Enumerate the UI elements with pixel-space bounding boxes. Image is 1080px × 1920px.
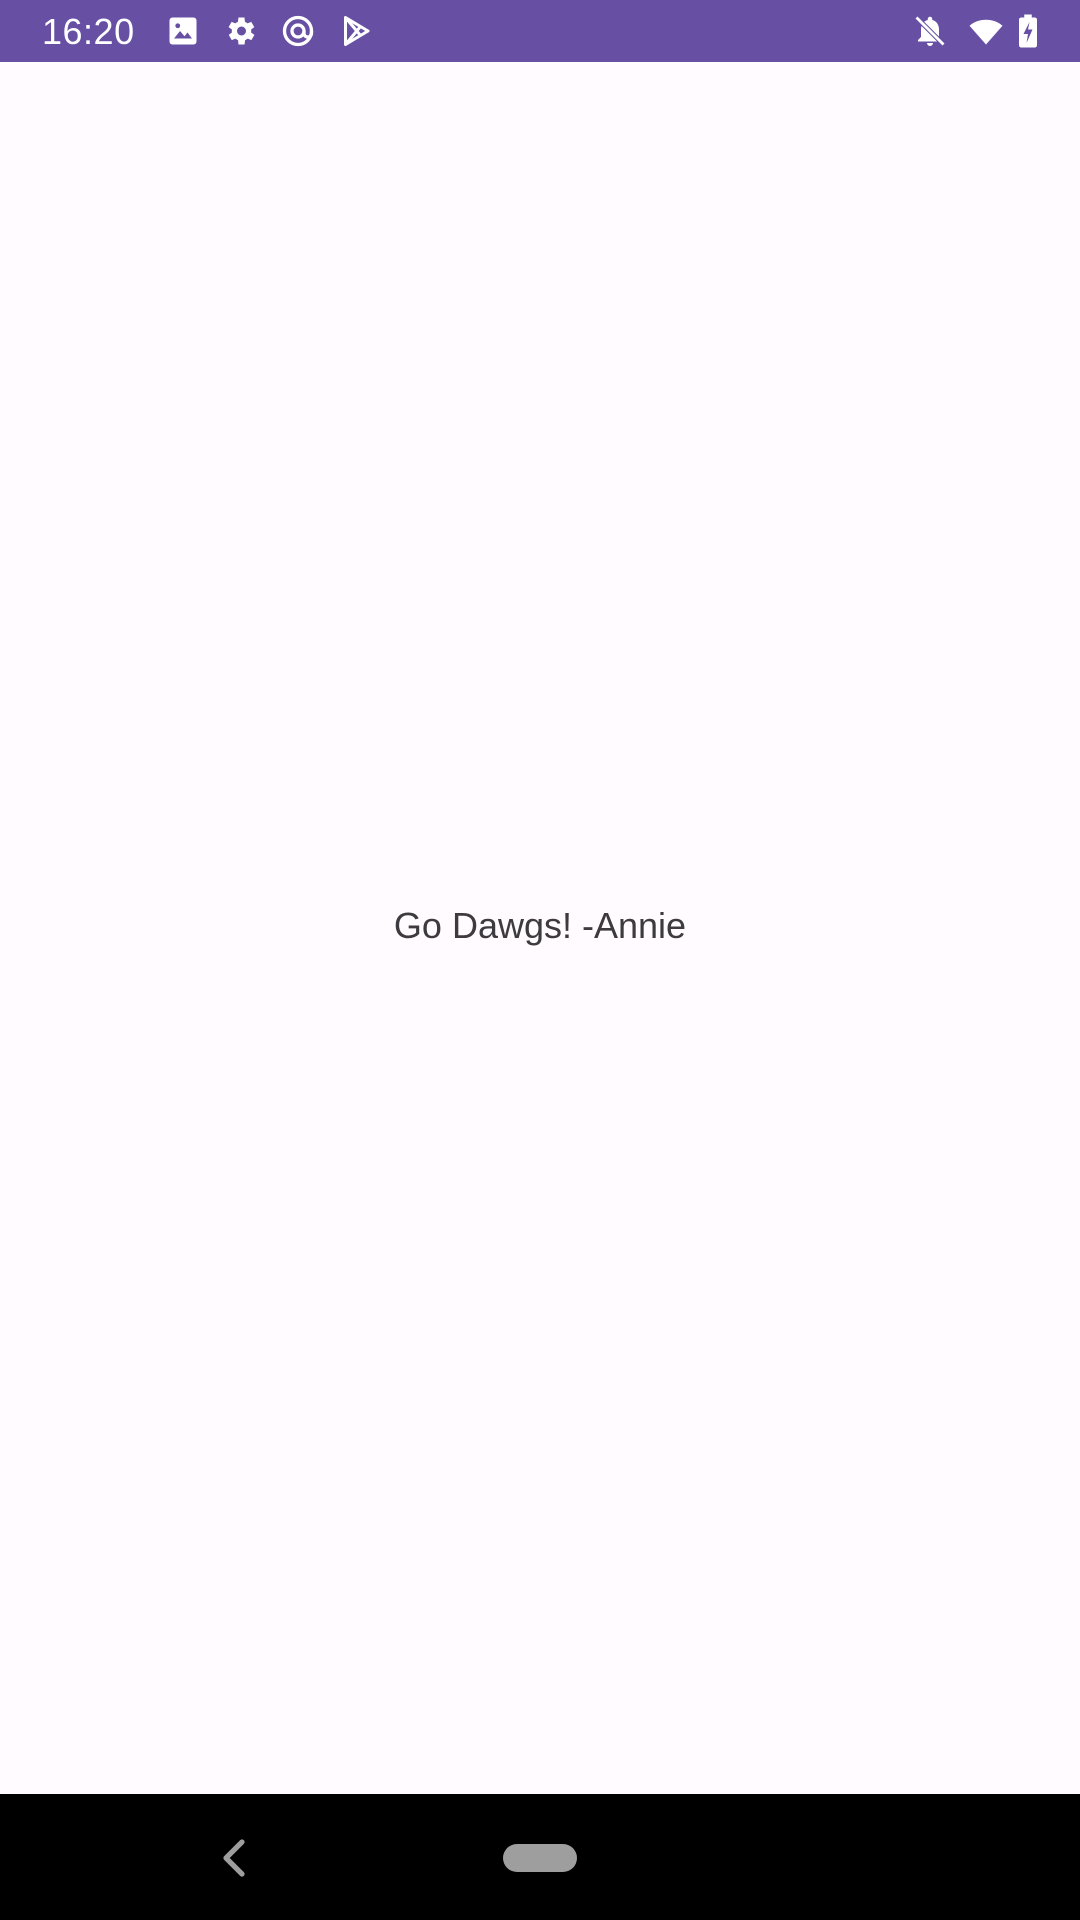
status-bar: 16:20 [0, 0, 1080, 62]
navigation-bar [0, 1794, 1080, 1920]
image-icon [165, 13, 201, 49]
status-time: 16:20 [42, 11, 135, 52]
at-sign-icon [280, 13, 316, 49]
wifi-icon [968, 13, 1004, 49]
message-text: Go Dawgs! -Annie [393, 905, 687, 946]
back-icon[interactable] [214, 1830, 254, 1886]
settings-gear-icon [222, 13, 258, 49]
main-content: Go Dawgs! -Annie [0, 62, 1080, 1794]
home-pill[interactable] [503, 1844, 577, 1872]
play-store-icon [338, 13, 374, 49]
phone-screen: 16:20 Go Dawgs! -Annie [0, 0, 1080, 1920]
notifications-off-icon [912, 13, 948, 49]
battery-charging-icon [1012, 13, 1044, 49]
